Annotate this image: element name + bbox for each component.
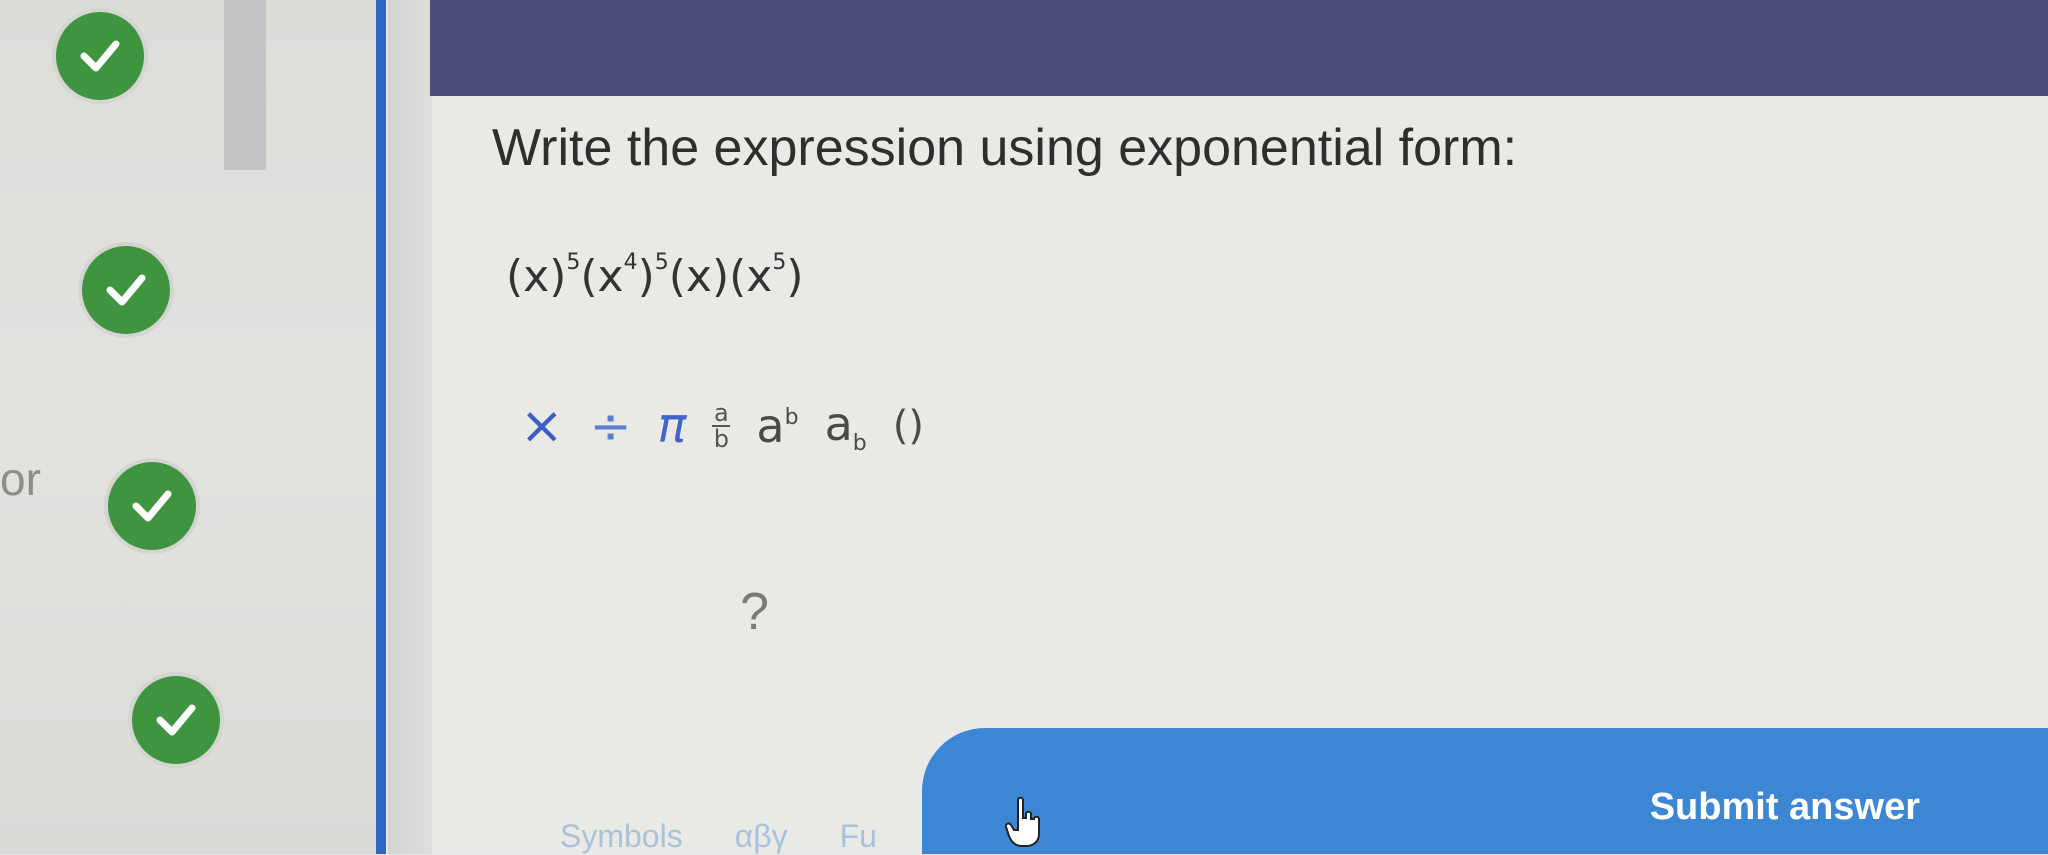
expr-term: (x): [506, 251, 567, 302]
divide-button[interactable]: ÷: [590, 397, 632, 455]
exponent-base: a: [756, 399, 785, 453]
fraction-denominator: b: [713, 425, 729, 453]
times-button[interactable]: ×: [520, 396, 564, 456]
hand-cursor-icon: [1004, 796, 1040, 847]
panel-divider: [376, 0, 386, 854]
math-expression: (x)5(x4)5(x)(x5): [506, 250, 804, 302]
expr-term: (x: [729, 251, 773, 302]
subscript-base: a: [824, 396, 853, 451]
check-icon: [132, 676, 220, 764]
expr-exponent: 4: [623, 250, 638, 275]
expr-exponent: 5: [566, 250, 581, 275]
sidebar-or-text: or: [0, 453, 41, 505]
subscript-index: b: [852, 430, 867, 456]
check-icon: [82, 246, 170, 334]
sidebar-scrollbar[interactable]: [224, 0, 266, 170]
math-toolbar: × ÷ π a b ab ab (): [520, 396, 924, 456]
submit-answer-label: Submit answer: [1649, 786, 1920, 828]
panel-gutter: [388, 0, 432, 854]
exponent-power: b: [784, 405, 799, 430]
tab-symbols[interactable]: Symbols: [560, 818, 683, 855]
check-icon: [56, 12, 144, 100]
fraction-button[interactable]: a b: [712, 399, 731, 453]
expr-term: (x): [668, 251, 730, 302]
expr-term: (x: [580, 251, 624, 302]
submit-answer-button[interactable]: Submit answer: [922, 728, 2048, 854]
check-icon: [108, 462, 196, 550]
answer-input[interactable]: ?: [740, 582, 769, 642]
expr-exponent: 5: [772, 250, 787, 275]
parentheses-button[interactable]: (): [893, 403, 924, 449]
keypad-tabs: Symbols αβγ Fu: [560, 818, 877, 855]
tab-functions[interactable]: Fu: [840, 818, 877, 855]
fraction-numerator: a: [714, 399, 729, 427]
tab-greek[interactable]: αβγ: [735, 818, 788, 855]
expr-term: ): [637, 251, 655, 302]
subscript-button[interactable]: ab: [825, 397, 867, 456]
header-bar: [430, 0, 2048, 96]
exponent-button[interactable]: ab: [756, 399, 798, 453]
expr-term: ): [786, 251, 804, 302]
expr-exponent: 5: [654, 250, 669, 275]
pi-button[interactable]: π: [657, 398, 686, 454]
question-prompt: Write the expression using exponential f…: [492, 119, 1518, 177]
